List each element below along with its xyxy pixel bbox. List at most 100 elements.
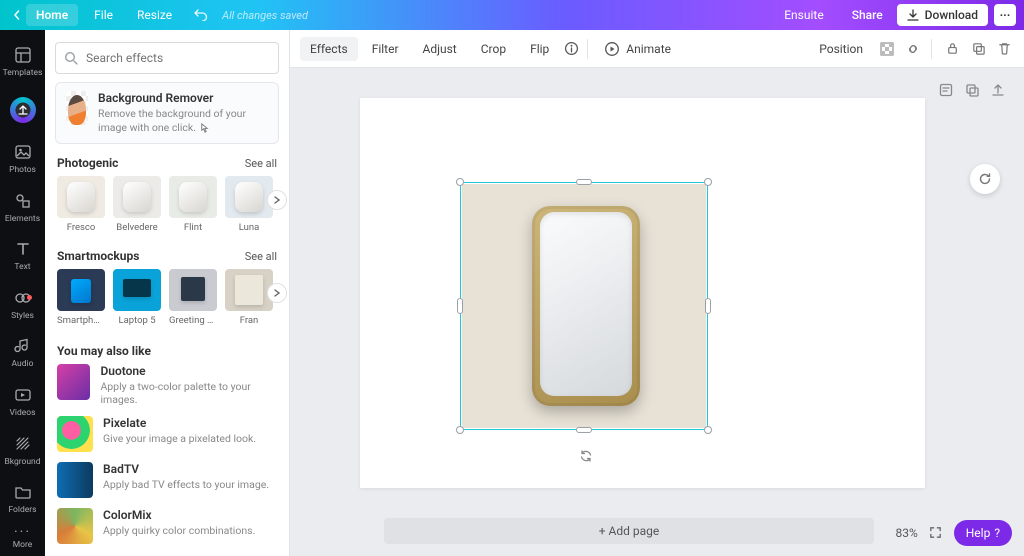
effect-title: Duotone xyxy=(100,364,277,378)
link-icon[interactable] xyxy=(903,39,923,59)
see-all-photogenic[interactable]: See all xyxy=(245,157,277,170)
transparency-icon[interactable] xyxy=(877,39,897,59)
search-input[interactable] xyxy=(86,51,270,65)
section-title: Photogenic xyxy=(57,156,118,170)
home-menu[interactable]: Home xyxy=(26,4,78,26)
effect-duotone[interactable]: Duotone Apply a two-color palette to your… xyxy=(57,364,277,406)
audio-icon xyxy=(13,336,33,356)
effect-belvedere[interactable]: Belvedere xyxy=(113,176,161,233)
rail-label: Text xyxy=(14,262,30,272)
canvas-footer: 83% Help ? xyxy=(895,520,1012,546)
effect-fresco[interactable]: Fresco xyxy=(57,176,105,233)
fullscreen-icon[interactable] xyxy=(928,525,944,541)
rail-text[interactable]: Text xyxy=(0,232,45,279)
document-title[interactable]: Ensuite xyxy=(770,8,837,22)
sync-icon[interactable] xyxy=(578,448,596,466)
undo-icon[interactable] xyxy=(194,7,208,24)
help-button[interactable]: Help ? xyxy=(954,520,1012,546)
page-duplicate-icon[interactable] xyxy=(964,82,980,98)
mockup-laptop[interactable]: Laptop 5 xyxy=(113,269,161,326)
more-menu-button[interactable]: ··· xyxy=(994,4,1016,26)
rail-styles[interactable]: Styles xyxy=(0,281,45,328)
rail-templates[interactable]: Templates xyxy=(0,38,45,85)
rail-more[interactable]: ··· More xyxy=(13,524,33,550)
badtv-icon xyxy=(57,462,93,498)
resize-handle-b[interactable] xyxy=(576,427,592,433)
rail-label: Templates xyxy=(3,68,43,78)
rail-videos[interactable]: Videos xyxy=(0,378,45,425)
share-button[interactable]: Share xyxy=(838,8,897,22)
background-remover-card[interactable]: Background Remover Remove the background… xyxy=(55,82,279,144)
chevron-right-icon xyxy=(273,289,281,297)
duplicate-icon[interactable] xyxy=(968,39,988,59)
duotone-icon xyxy=(57,364,90,400)
rail-uploads[interactable] xyxy=(0,87,45,134)
help-q: ? xyxy=(994,526,1000,540)
photogenic-next-button[interactable] xyxy=(267,190,287,210)
top-menu-bar: Home File Resize All changes saved Ensui… xyxy=(0,0,1024,30)
also-like-list: Duotone Apply a two-color palette to your… xyxy=(45,364,289,556)
effect-title: Pixelate xyxy=(103,416,256,430)
effect-desc: Apply a two-color palette to your images… xyxy=(100,380,277,406)
effect-pixelate[interactable]: Pixelate Give your image a pixelated look… xyxy=(57,416,277,452)
photos-icon xyxy=(13,142,33,162)
selected-image[interactable] xyxy=(460,182,708,430)
effects-panel: Background Remover Remove the background… xyxy=(45,30,290,556)
mockup-card[interactable]: Greeting car... xyxy=(169,269,217,326)
lock-icon[interactable] xyxy=(942,39,962,59)
resize-handle-tr[interactable] xyxy=(704,178,712,186)
download-button[interactable]: Download xyxy=(897,4,988,26)
mockup-frame[interactable]: Fran xyxy=(225,269,273,326)
effect-title: ColorMix xyxy=(103,508,255,522)
tool-position[interactable]: Position xyxy=(811,37,871,61)
resize-handle-tl[interactable] xyxy=(456,178,464,186)
back-button[interactable] xyxy=(8,10,26,20)
file-menu[interactable]: File xyxy=(82,8,125,22)
search-effects[interactable] xyxy=(55,42,279,74)
delete-icon[interactable] xyxy=(994,39,1014,59)
canvas-zone[interactable]: + Add page 83% Help ? xyxy=(290,68,1024,556)
effect-badtv[interactable]: BadTVApply bad TV effects to your image. xyxy=(57,462,277,498)
tool-effects[interactable]: Effects xyxy=(300,37,358,61)
resize-handle-br[interactable] xyxy=(704,426,712,434)
tool-animate[interactable]: Animate xyxy=(596,36,679,62)
effect-label: Luna xyxy=(225,222,273,233)
rail-label: Audio xyxy=(12,359,34,369)
rail-background[interactable]: Bkground xyxy=(0,427,45,474)
rail-audio[interactable]: Audio xyxy=(0,330,45,377)
effect-desc: Give your image a pixelated look. xyxy=(103,432,256,445)
see-all-smartmockups[interactable]: See all xyxy=(245,250,277,263)
rail-elements[interactable]: Elements xyxy=(0,184,45,231)
tool-adjust[interactable]: Adjust xyxy=(413,37,467,61)
tool-crop[interactable]: Crop xyxy=(471,37,516,61)
resize-handle-l[interactable] xyxy=(457,298,463,314)
chevron-right-icon xyxy=(273,196,281,204)
resize-handle-r[interactable] xyxy=(705,298,711,314)
add-page-button[interactable]: + Add page xyxy=(384,518,874,544)
mockup-smartphone[interactable]: Smartphone 2 xyxy=(57,269,105,326)
info-icon[interactable] xyxy=(563,41,579,57)
history-reset-button[interactable] xyxy=(970,164,1000,194)
tool-flip[interactable]: Flip xyxy=(520,37,559,61)
smartmockups-next-button[interactable] xyxy=(267,283,287,303)
section-title: Smartmockups xyxy=(57,249,139,263)
zoom-level[interactable]: 83% xyxy=(895,526,917,540)
tool-filter[interactable]: Filter xyxy=(362,37,409,61)
pixelate-icon xyxy=(57,416,93,452)
page-export-icon[interactable] xyxy=(990,82,1006,98)
resize-handle-t[interactable] xyxy=(576,179,592,185)
section-title: You may also like xyxy=(57,344,151,358)
resize-menu[interactable]: Resize xyxy=(125,8,184,22)
page-notes-icon[interactable] xyxy=(938,82,954,98)
resize-handle-bl[interactable] xyxy=(456,426,464,434)
effect-luna[interactable]: Luna xyxy=(225,176,273,233)
rail-photos[interactable]: Photos xyxy=(0,135,45,182)
rail-label: Folders xyxy=(8,505,36,515)
canvas-page[interactable] xyxy=(360,98,925,488)
side-rail: Templates Photos Elements Text Styles Au… xyxy=(0,30,45,556)
rail-folders[interactable]: Folders xyxy=(0,475,45,522)
effect-flint[interactable]: Flint xyxy=(169,176,217,233)
effect-colormix[interactable]: ColorMixApply quirky color combinations. xyxy=(57,508,277,544)
photogenic-header: Photogenic See all xyxy=(45,152,289,176)
also-like-header: You may also like xyxy=(45,340,289,364)
